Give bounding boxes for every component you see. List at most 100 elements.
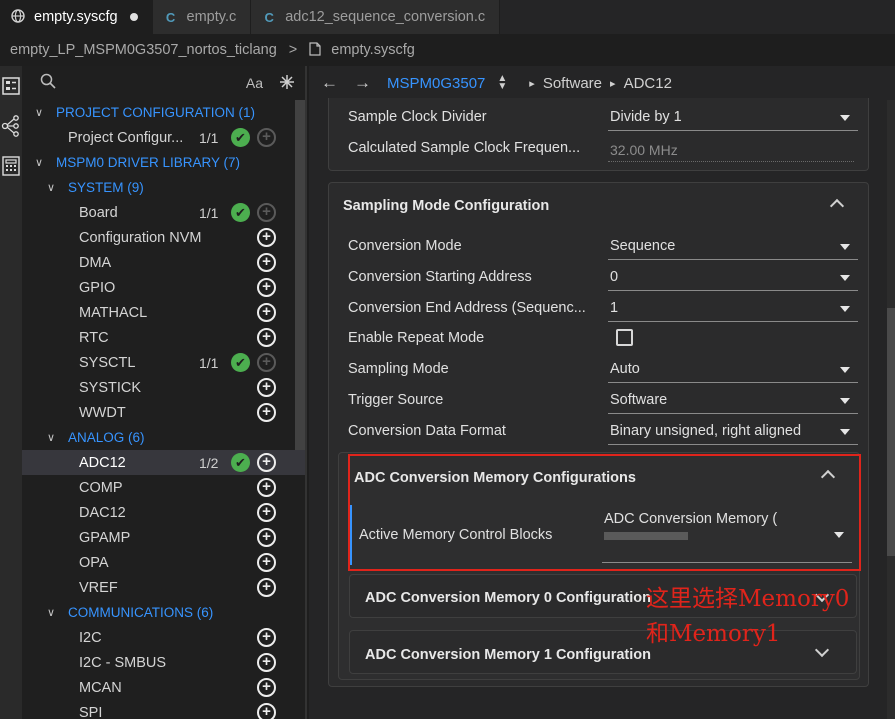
device-selector[interactable]: MSPM0G3507 [387, 75, 485, 92]
add-instance-icon[interactable]: + [257, 228, 276, 247]
tree-item[interactable]: COMP + [22, 475, 305, 500]
add-instance-icon[interactable]: + [257, 703, 276, 719]
chevron-down-icon[interactable]: ∨ [44, 606, 58, 619]
add-instance-icon[interactable]: + [257, 378, 276, 397]
nav-path-adc12[interactable]: ADC12 [624, 75, 672, 92]
tree-item[interactable]: DMA + [22, 250, 305, 275]
select-value: Auto [610, 361, 640, 377]
tree-item-label: COMMUNICATIONS (6) [68, 605, 214, 620]
tree-item-label: Board [79, 204, 118, 221]
tree-item-label: ADC12 [79, 454, 126, 471]
tree-item[interactable]: I2C + [22, 625, 305, 650]
sampling-field: Conversion End Address (Sequenc... 1 [310, 294, 858, 324]
section-title[interactable]: Sampling Mode Configuration [343, 198, 549, 214]
sampling-field: Conversion Starting Address 0 [310, 263, 858, 293]
tree-item[interactable]: Board 1/1 ✔ + [22, 200, 305, 225]
add-instance-icon[interactable]: + [257, 278, 276, 297]
breadcrumb-project[interactable]: empty_LP_MSPM0G3507_nortos_ticlang [10, 42, 277, 58]
sampling-field: Enable Repeat Mode [310, 324, 850, 354]
field-select[interactable]: Sequence [608, 234, 858, 260]
unsaved-dot-icon[interactable] [129, 13, 138, 21]
tree-item[interactable]: I2C - SMBUS + [22, 650, 305, 675]
tree-category[interactable]: ∨ COMMUNICATIONS (6) [22, 600, 305, 625]
tree-category[interactable]: ∨ SYSTEM (9) [22, 175, 305, 200]
tab-empty-c[interactable]: C empty.c [152, 0, 252, 34]
device-switch-icon[interactable]: ▲ ▼ [497, 74, 507, 92]
tree-item[interactable]: VREF + [22, 575, 305, 600]
enable-repeat-checkbox[interactable] [616, 329, 633, 346]
add-instance-icon[interactable]: + [257, 478, 276, 497]
add-instance-icon[interactable]: + [257, 528, 276, 547]
tree-item[interactable]: OPA + [22, 550, 305, 575]
field-select[interactable]: Software [608, 388, 858, 414]
add-instance-icon[interactable]: + [257, 503, 276, 522]
tree-item[interactable]: SYSTICK + [22, 375, 305, 400]
add-instance-icon[interactable]: + [257, 628, 276, 647]
add-instance-icon[interactable]: + [257, 578, 276, 597]
tree-item[interactable]: GPIO + [22, 275, 305, 300]
tree-item[interactable]: SPI + [22, 700, 305, 719]
caret-down-icon [840, 367, 850, 373]
back-arrow-icon[interactable]: ← [321, 73, 338, 93]
add-instance-icon: + [257, 203, 276, 222]
add-instance-icon[interactable]: + [257, 303, 276, 322]
caret-down-icon [840, 306, 850, 312]
add-instance-icon[interactable]: + [257, 653, 276, 672]
field-select[interactable]: Binary unsigned, right aligned [608, 419, 858, 445]
network-graph-icon[interactable] [0, 106, 22, 146]
add-instance-icon[interactable]: + [257, 253, 276, 272]
tab-label: empty.c [186, 9, 237, 25]
chevron-down-icon[interactable]: ∨ [32, 156, 46, 169]
tree-item-label: SYSCTL [79, 354, 136, 371]
field-select[interactable]: 0 [608, 265, 858, 291]
tree-item[interactable]: DAC12 + [22, 500, 305, 525]
tab-adc12-sequence-conversion-c[interactable]: C adc12_sequence_conversion.c [251, 0, 501, 34]
chevron-down-icon[interactable]: ∨ [44, 181, 58, 194]
tree-item[interactable]: MCAN + [22, 675, 305, 700]
tree-category[interactable]: ∨ ANALOG (6) [22, 425, 305, 450]
breadcrumb-file[interactable]: empty.syscfg [331, 42, 415, 58]
tree-item[interactable]: Configuration NVM + [22, 225, 305, 250]
sidebar-search[interactable]: Aa [22, 66, 305, 100]
filter-star-icon[interactable] [279, 74, 295, 93]
tree-category[interactable]: ∨ PROJECT CONFIGURATION (1) [22, 100, 305, 125]
forward-arrow-icon[interactable]: → [354, 73, 371, 93]
tree-item[interactable]: GPAMP + [22, 525, 305, 550]
tree-category[interactable]: ∨ MSPM0 DRIVER LIBRARY (7) [22, 150, 305, 175]
chevron-down-icon[interactable]: ∨ [32, 106, 46, 119]
chevron-right-icon: ▸ [610, 77, 616, 90]
match-case-toggle[interactable]: Aa [246, 75, 263, 91]
nav-path-software[interactable]: Software [543, 75, 602, 92]
tab-empty-syscfg[interactable]: empty.syscfg [0, 0, 153, 34]
select-value: Divide by 1 [610, 109, 682, 125]
field-select[interactable]: 1 [608, 296, 858, 322]
field-sample-clock-divider: Sample Clock Divider Divide by 1 [310, 103, 858, 133]
config-view-icon[interactable] [0, 66, 22, 106]
section-title[interactable]: ADC Conversion Memory 0 Configuration [365, 590, 651, 606]
module-sidebar: Aa ∨ PROJECT CONFIGURATION (1) Project Con… [22, 66, 307, 719]
add-instance-icon: + [257, 353, 276, 372]
tree-item[interactable]: WWDT + [22, 400, 305, 425]
sample-clock-divider-select[interactable]: Divide by 1 [608, 105, 858, 131]
tree-item[interactable]: Project Configur... 1/1 ✔ + [22, 125, 305, 150]
config-scrollbar[interactable] [887, 308, 895, 556]
section-title[interactable]: ADC Conversion Memory 1 Configuration [365, 647, 651, 663]
add-instance-icon[interactable]: + [257, 553, 276, 572]
tree-item[interactable]: MATHACL + [22, 300, 305, 325]
field-label: Trigger Source [348, 392, 444, 408]
add-instance-icon[interactable]: + [257, 328, 276, 347]
add-instance-icon[interactable]: + [257, 453, 276, 472]
calculator-icon[interactable] [0, 146, 22, 186]
add-instance-icon[interactable]: + [257, 678, 276, 697]
select-value: Binary unsigned, right aligned [610, 423, 802, 439]
tree-item-label: GPAMP [79, 529, 131, 546]
tree-item[interactable]: RTC + [22, 325, 305, 350]
add-instance-icon[interactable]: + [257, 403, 276, 422]
tree-item[interactable]: SYSCTL 1/1 ✔ + [22, 350, 305, 375]
field-select[interactable]: Auto [608, 357, 858, 383]
tree-item-label: SYSTEM (9) [68, 180, 144, 195]
search-icon[interactable] [40, 73, 56, 93]
chevron-down-icon[interactable]: ∨ [44, 431, 58, 444]
tree-item-label: VREF [79, 579, 118, 596]
tree-item[interactable]: ADC12 1/2 ✔ + [22, 450, 305, 475]
